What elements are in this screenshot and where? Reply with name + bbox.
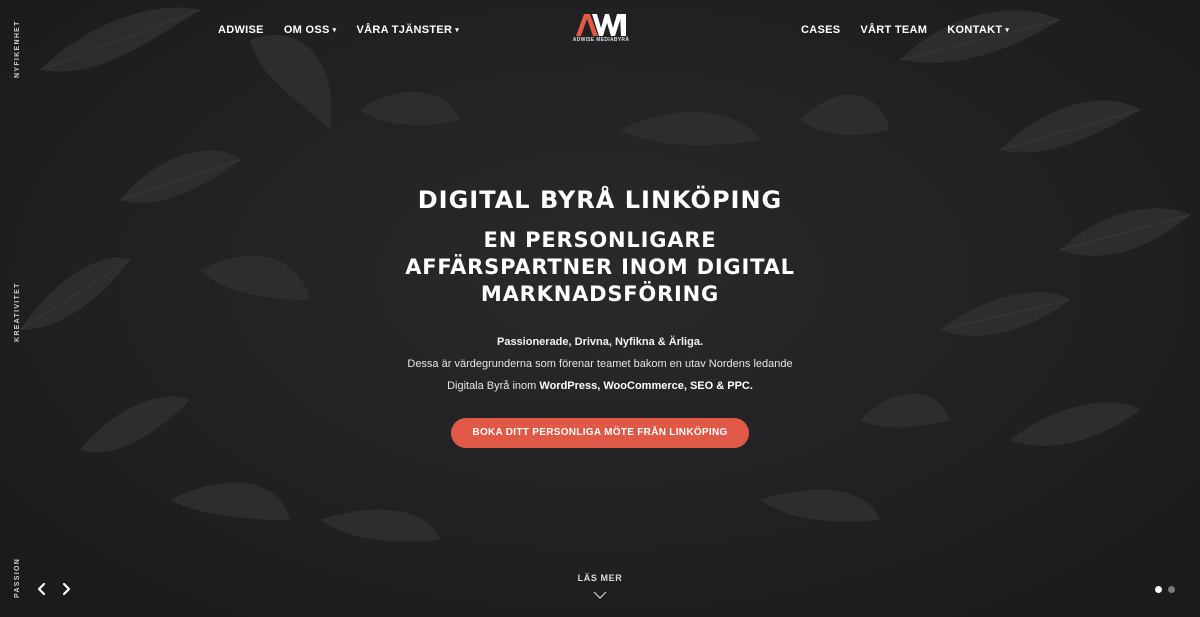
slider-dot-2[interactable] <box>1168 586 1175 593</box>
slider-dot-1[interactable] <box>1155 586 1162 593</box>
description-highlight: WordPress, WooCommerce, SEO & PPC. <box>539 380 753 392</box>
hero-subheading: EN PERSONLIGARE AFFÄRSPARTNER INOM DIGIT… <box>300 227 900 308</box>
nav-item-adwise[interactable]: ADWISE <box>218 24 264 36</box>
nav-item-label: VÅRT TEAM <box>860 24 928 36</box>
caret-down-icon: ▾ <box>455 27 460 34</box>
subheading-line: AFFÄRSPARTNER INOM DIGITAL <box>405 255 795 279</box>
read-more-link[interactable]: LÄS MER <box>550 573 650 599</box>
caret-down-icon: ▾ <box>1005 27 1010 34</box>
chevron-down-icon <box>593 591 607 599</box>
caret-down-icon: ▾ <box>332 27 337 34</box>
hero-section: ADWISE OM OSS ▾ VÅRA TJÄNSTER ▾ ADWISE M… <box>0 0 1200 617</box>
slider-arrows <box>35 582 73 596</box>
values-text: Passionerade, Drivna, Nyfikna & Ärliga. <box>496 336 704 348</box>
page-title: DIGITAL BYRÅ LINKÖPING <box>417 186 783 214</box>
awm-logo-mark <box>576 14 626 36</box>
side-label-passion: PASSION <box>14 557 21 598</box>
book-meeting-button[interactable]: BOKA DITT PERSONLIGA MÖTE FRÅN LINKÖPING <box>451 418 749 448</box>
nav-item-label: KONTAKT <box>947 24 1003 36</box>
description-line: Dessa är värdegrunderna som förenar team… <box>407 358 793 370</box>
slider-dots <box>1155 586 1175 593</box>
nav-item-om-oss[interactable]: OM OSS ▾ <box>284 24 337 36</box>
description-prefix: Digitala Byrå inom <box>447 380 540 392</box>
side-label-kreativitet: KREATIVITET <box>14 282 21 342</box>
nav-item-label: CASES <box>801 24 841 36</box>
nav-item-kontakt[interactable]: KONTAKT ▾ <box>947 24 1009 36</box>
subheading-line: EN PERSONLIGARE <box>483 228 717 252</box>
description-line: Digitala Byrå inom WordPress, WooCommerc… <box>300 375 900 397</box>
side-label-nyfikenhet: NYFIKENHET <box>14 20 21 78</box>
nav-item-vart-team[interactable]: VÅRT TEAM <box>860 24 927 36</box>
hero-content: DIGITAL BYRÅ LINKÖPING EN PERSONLIGARE A… <box>300 186 900 448</box>
chevron-right-icon[interactable] <box>59 582 73 596</box>
nav-item-label: ADWISE <box>218 24 264 36</box>
nav-item-cases[interactable]: CASES <box>801 24 840 36</box>
subheading-line: MARKNADSFÖRING <box>480 282 720 306</box>
logo-subtitle: ADWISE MEDIABYRÅ <box>572 37 630 43</box>
logo[interactable]: ADWISE MEDIABYRÅ <box>572 14 630 44</box>
nav-item-label: VÅRA TJÄNSTER <box>356 24 453 36</box>
nav-left: ADWISE OM OSS ▾ VÅRA TJÄNSTER ▾ <box>218 24 459 36</box>
nav-right: CASES VÅRT TEAM KONTAKT ▾ <box>801 24 1009 36</box>
chevron-left-icon[interactable] <box>35 582 49 596</box>
read-more-label: LÄS MER <box>577 573 623 583</box>
nav-item-label: OM OSS <box>283 24 330 36</box>
nav-item-vara-tjanster[interactable]: VÅRA TJÄNSTER ▾ <box>356 24 459 36</box>
